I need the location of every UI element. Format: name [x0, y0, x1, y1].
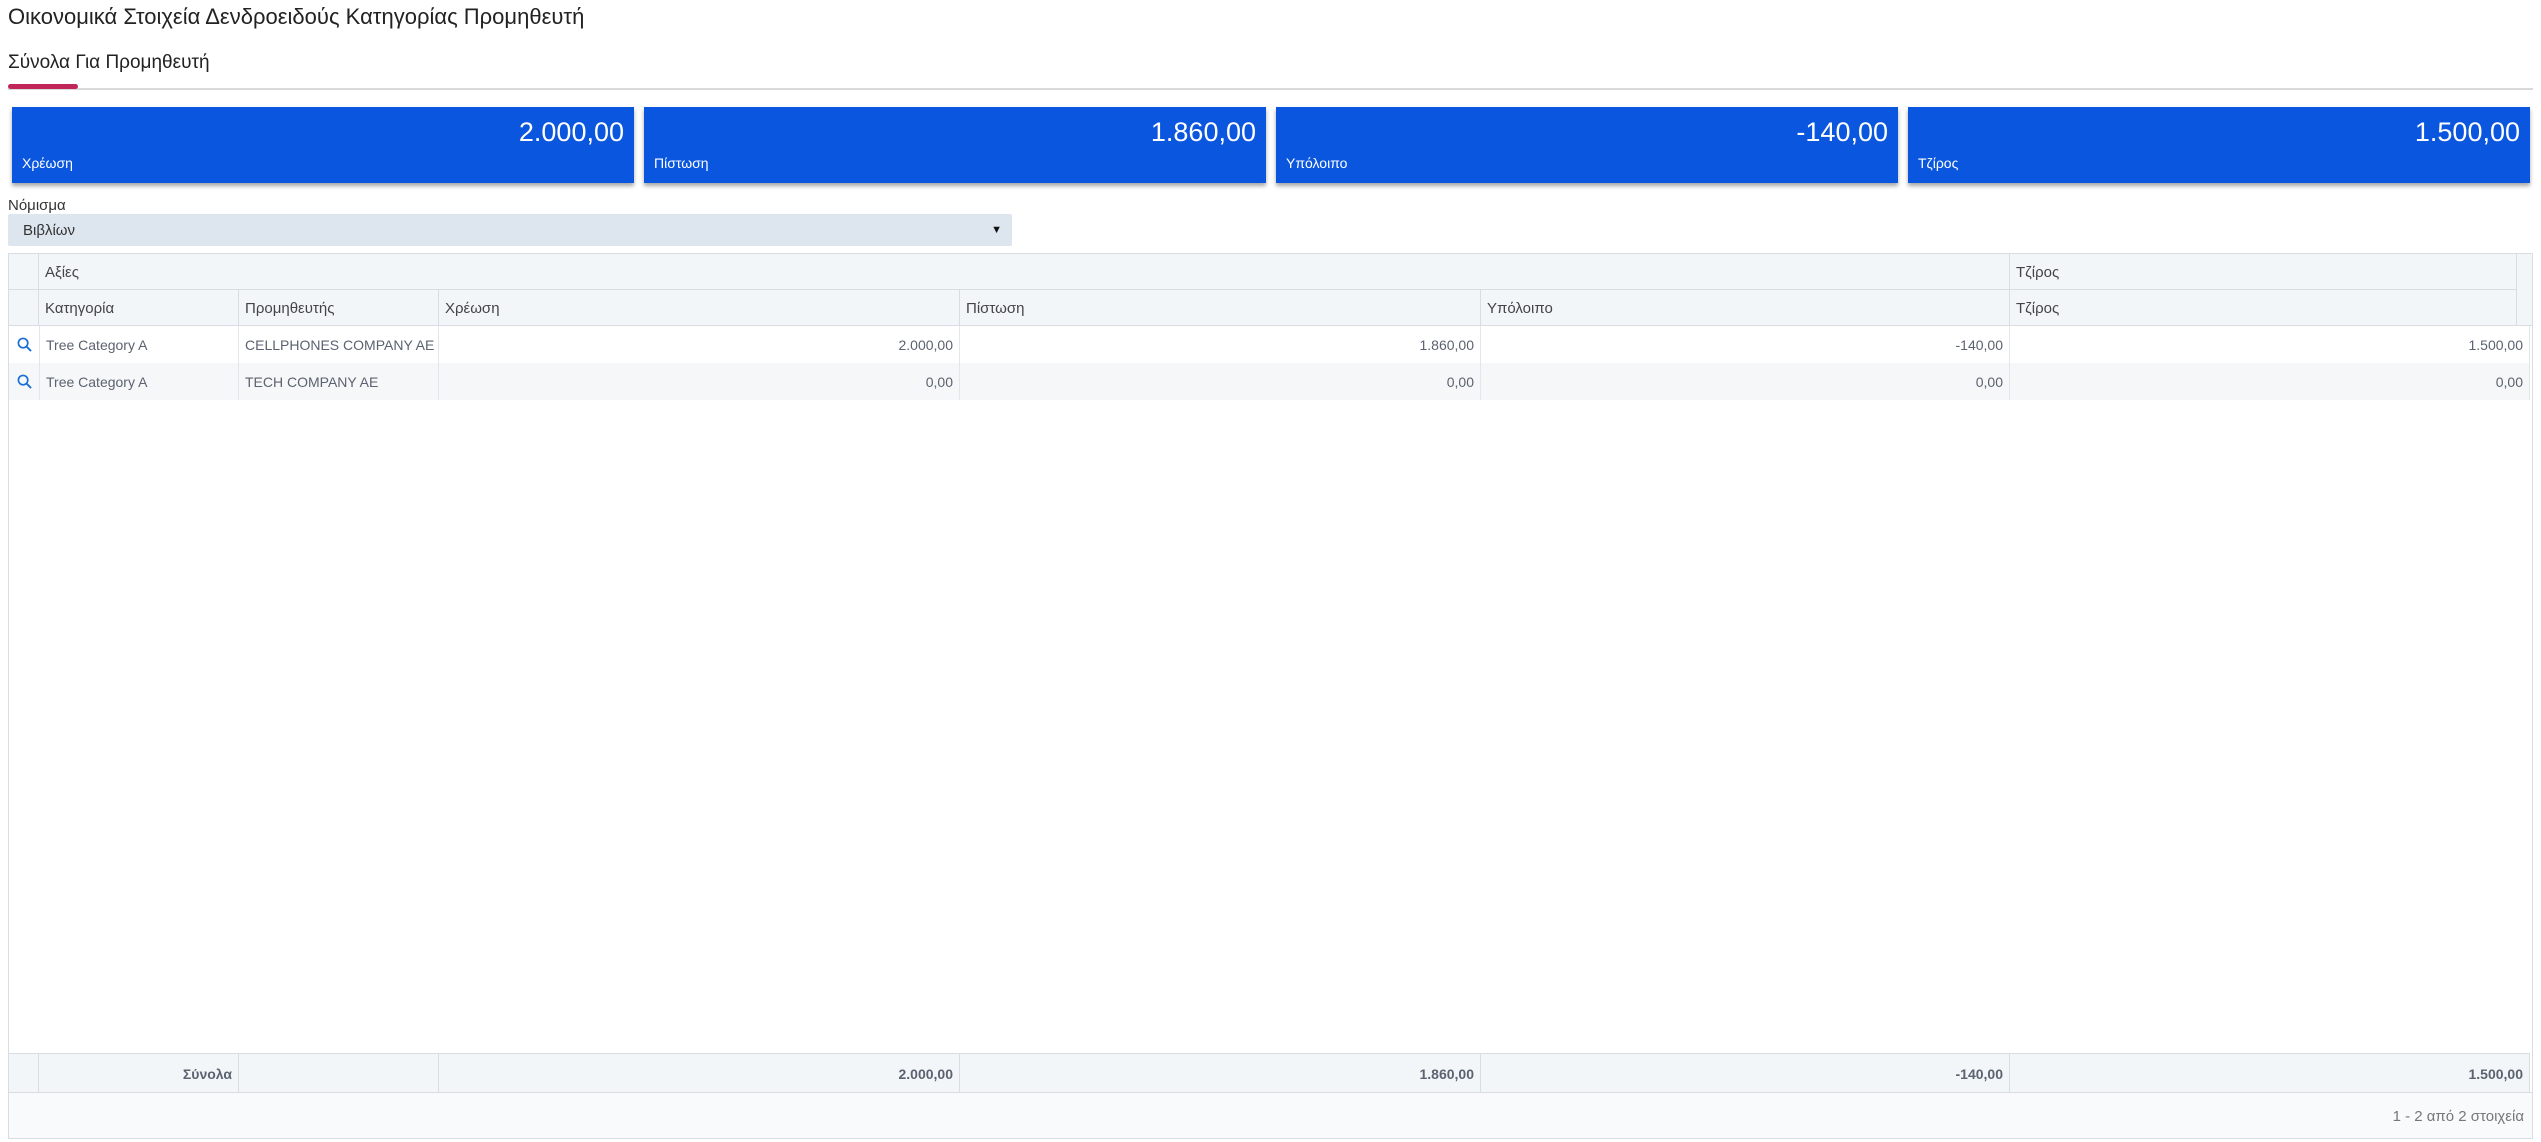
totals-supplier-empty: [239, 1053, 439, 1092]
cell-turnover: 0,00: [2010, 363, 2530, 400]
summary-cards: 2.000,00 Χρέωση 1.860,00 Πίστωση -140,00…: [12, 107, 2530, 183]
totals-credit: 1.860,00: [960, 1053, 1481, 1092]
cell-balance: -140,00: [1481, 326, 2010, 363]
currency-selected-value: Βιβλίων: [23, 222, 76, 239]
card-value: 1.860,00: [1150, 117, 1256, 147]
column-header-turnover[interactable]: Τζίρος: [2010, 290, 2530, 326]
cell-turnover: 1.500,00: [2010, 326, 2530, 363]
cell-supplier: TECH COMPANY AE: [239, 363, 439, 400]
cell-category: Tree Category A: [39, 326, 239, 363]
column-header-balance[interactable]: Υπόλοιπο: [1481, 290, 2010, 326]
totals-turnover: 1.500,00: [2010, 1053, 2530, 1092]
cell-credit: 0,00: [960, 363, 1481, 400]
turnover-card: 1.500,00 Τζίρος: [1908, 107, 2530, 183]
card-label: Πίστωση: [654, 155, 709, 171]
page-title: Οικονομικά Στοιχεία Δενδροειδούς Κατηγορ…: [8, 4, 585, 29]
active-tab-indicator: [8, 84, 78, 89]
column-header-credit[interactable]: Πίστωση: [960, 290, 1481, 326]
column-header-debit[interactable]: Χρέωση: [439, 290, 960, 326]
cell-credit: 1.860,00: [960, 326, 1481, 363]
tab-supplier-totals[interactable]: Σύνολα Για Προμηθευτή: [8, 52, 210, 89]
totals-debit: 2.000,00: [439, 1053, 960, 1092]
card-label: Τζίρος: [1918, 155, 1959, 171]
pager-info: 1 - 2 από 2 στοιχεία: [2392, 1108, 2524, 1125]
column-header-category[interactable]: Κατηγορία: [39, 290, 239, 326]
cell-debit: 0,00: [439, 363, 960, 400]
pager-bar: 1 - 2 από 2 στοιχεία: [9, 1092, 2532, 1138]
credit-card: 1.860,00 Πίστωση: [644, 107, 1266, 183]
debit-card: 2.000,00 Χρέωση: [12, 107, 634, 183]
group-header-values: Αξίες: [39, 254, 2010, 290]
card-value: 2.000,00: [518, 117, 624, 147]
totals-balance: -140,00: [1481, 1053, 2010, 1092]
totals-label: Σύνολα: [39, 1053, 239, 1092]
cell-category: Tree Category A: [39, 363, 239, 400]
supplier-totals-grid: Αξίες Τζίρος Κατηγορία Προμηθευτής Χρέωσ…: [8, 253, 2533, 1139]
card-label: Υπόλοιπο: [1286, 155, 1348, 171]
currency-label: Νόμισμα: [8, 197, 66, 214]
column-header-supplier[interactable]: Προμηθευτής: [239, 290, 439, 326]
group-header-spacer: [9, 254, 39, 290]
search-icon[interactable]: [9, 363, 39, 399]
card-value: 1.500,00: [2414, 117, 2520, 147]
tab-label: Σύνολα Για Προμηθευτή: [8, 52, 210, 73]
balance-card: -140,00 Υπόλοιπο: [1276, 107, 1898, 183]
card-label: Χρέωση: [22, 155, 73, 171]
header-scroll-spacer: [2516, 254, 2532, 326]
column-header-spacer: [9, 290, 39, 326]
search-icon[interactable]: [9, 326, 39, 362]
card-value: -140,00: [1796, 117, 1888, 147]
caret-down-icon: ▼: [991, 224, 1002, 236]
group-header-turnover: Τζίρος: [2010, 254, 2530, 290]
totals-spacer: [9, 1053, 39, 1092]
cell-supplier: CELLPHONES COMPANY AE: [239, 326, 439, 363]
tab-bar: Σύνολα Για Προμηθευτή: [8, 50, 2533, 90]
cell-balance: 0,00: [1481, 363, 2010, 400]
currency-dropdown[interactable]: Βιβλίων ▼: [8, 214, 1012, 246]
cell-debit: 2.000,00: [439, 326, 960, 363]
